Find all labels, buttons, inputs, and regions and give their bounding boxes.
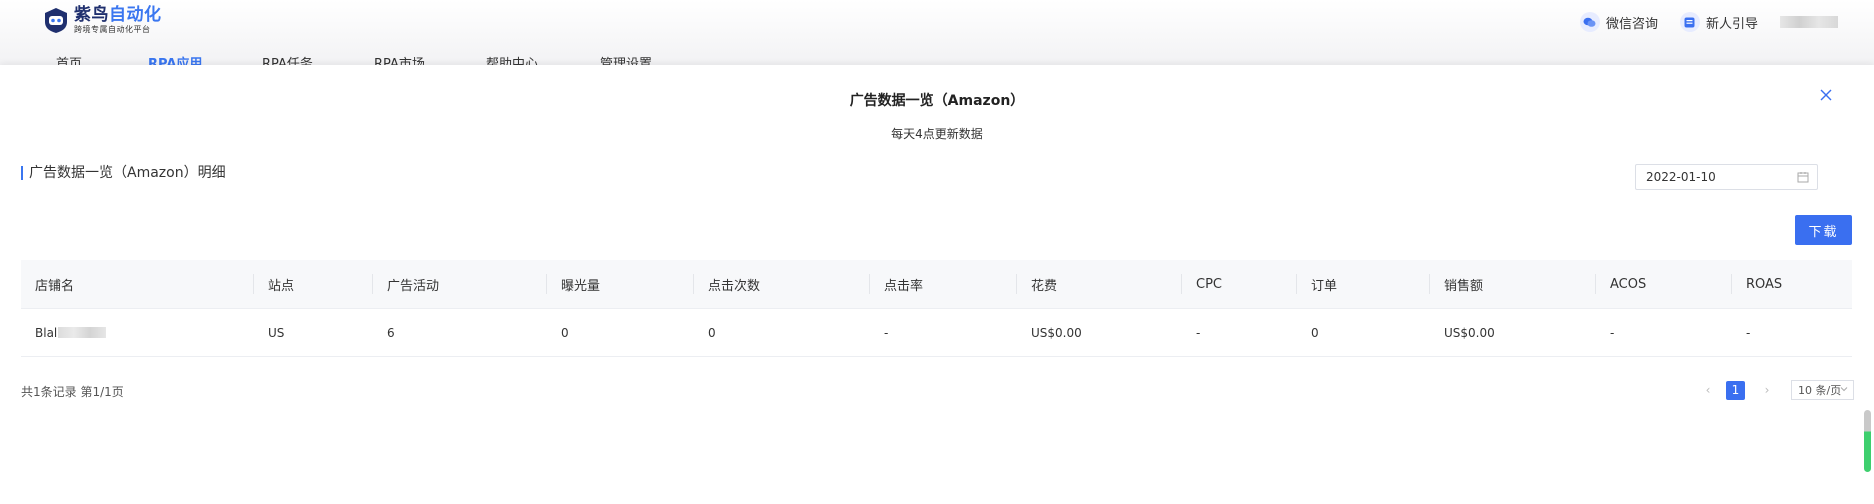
column-header-store: 店铺名	[21, 260, 254, 308]
cell-impressions: 0	[561, 325, 569, 340]
column-header-acos: ACOS	[1596, 260, 1732, 308]
logo-title-part1: 紫鸟	[74, 4, 109, 25]
cell-clicks: 0	[708, 325, 716, 340]
column-header-site: 站点	[254, 260, 373, 308]
cell-cpc: -	[1196, 325, 1201, 340]
newbie-guide-link[interactable]: 新人引导	[1679, 12, 1758, 32]
cell-sales: US$0.00	[1444, 325, 1495, 340]
page-size-select[interactable]: 10 条/页	[1791, 380, 1854, 400]
record-summary: 共1条记录 第1/1页	[21, 385, 124, 399]
pagination: ‹ 1 › 10 条/页	[1698, 380, 1854, 400]
modal-title: 广告数据一览（Amazon）	[849, 93, 1025, 109]
column-header-campaign: 广告活动	[373, 260, 547, 308]
cell-orders: 0	[1311, 325, 1319, 340]
column-header-clicks: 点击次数	[694, 260, 870, 308]
page-number-current[interactable]: 1	[1726, 380, 1745, 400]
newbie-guide-label: 新人引导	[1705, 16, 1758, 32]
column-header-orders: 订单	[1297, 260, 1430, 308]
app-logo[interactable]: 紫鸟自动化 跨境专属自动化平台	[42, 6, 162, 34]
wechat-consult-label: 微信咨询	[1605, 16, 1658, 32]
scrollbar[interactable]	[1864, 410, 1871, 472]
top-bar: 紫鸟自动化 跨境专属自动化平台 微信咨询 新人引导 首页 RPA应用 RPA任务…	[0, 0, 1874, 72]
column-header-ctr: 点击率	[870, 260, 1017, 308]
guide-icon	[1679, 12, 1700, 32]
store-name: Blal	[35, 325, 58, 340]
calendar-icon	[1797, 172, 1809, 183]
wechat-icon	[1579, 12, 1600, 32]
date-picker-value: 2022-01-10	[1646, 170, 1716, 184]
user-account-name[interactable]	[1780, 16, 1838, 28]
column-header-sales: 销售额	[1430, 260, 1596, 308]
close-icon[interactable]	[1816, 85, 1836, 105]
cell-acos: -	[1610, 325, 1615, 340]
ad-data-table: 店铺名 站点 广告活动 曝光量 点击次数 点击率 花费 CPC 订单 销售额 A…	[21, 260, 1852, 357]
modal-subtitle: 每天4点更新数据	[891, 127, 983, 141]
next-page-button[interactable]: ›	[1757, 380, 1777, 400]
logo-robot-icon	[45, 8, 67, 33]
download-button[interactable]: 下载	[1795, 215, 1852, 245]
date-picker[interactable]: 2022-01-10	[1635, 164, 1818, 190]
logo-title-part2: 自动化	[109, 4, 162, 25]
chevron-down-icon	[1840, 387, 1848, 392]
cell-campaign: 6	[387, 325, 395, 340]
logo-subtitle: 跨境专属自动化平台	[74, 24, 151, 34]
column-header-spend: 花费	[1017, 260, 1182, 308]
section-title: 广告数据一览（Amazon）明细	[21, 166, 226, 180]
wechat-consult-link[interactable]: 微信咨询	[1579, 12, 1658, 32]
table-row: Blal US 6 0 0 - US$0.00 - 0 US$0.00 - -	[21, 309, 1852, 357]
cell-store: Blal	[21, 309, 254, 356]
table-header: 店铺名 站点 广告活动 曝光量 点击次数 点击率 花费 CPC 订单 销售额 A…	[21, 260, 1852, 309]
ad-data-modal: 广告数据一览（Amazon） 每天4点更新数据 广告数据一览（Amazon）明细…	[0, 65, 1874, 504]
column-header-roas: ROAS	[1746, 276, 1783, 292]
prev-page-button[interactable]: ‹	[1698, 380, 1718, 400]
cell-roas: -	[1746, 325, 1751, 340]
column-header-impressions: 曝光量	[547, 260, 694, 308]
cell-spend: US$0.00	[1031, 325, 1082, 340]
cell-site: US	[268, 325, 285, 340]
column-header-cpc: CPC	[1182, 260, 1297, 308]
page-size-value: 10 条/页	[1798, 384, 1842, 397]
cell-ctr: -	[884, 325, 889, 340]
redacted-text	[58, 327, 107, 338]
